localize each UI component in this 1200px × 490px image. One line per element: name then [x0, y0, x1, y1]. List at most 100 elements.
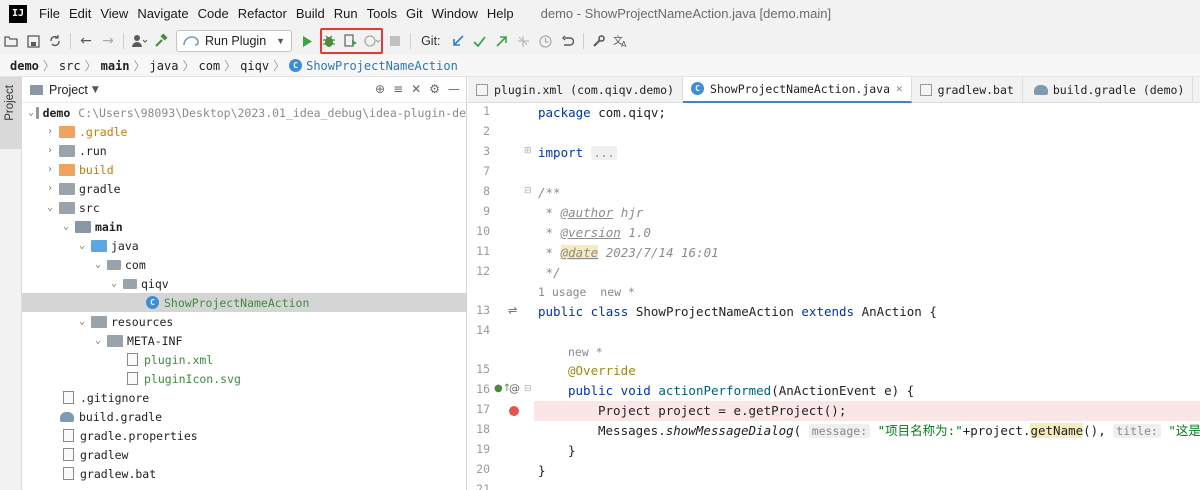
open-folder-icon[interactable] — [0, 30, 22, 52]
code-area[interactable]: package com.qiqv; import ... /** * @auth… — [534, 103, 1200, 490]
translate-icon[interactable]: 文A — [610, 30, 632, 52]
breadcrumb-item[interactable]: src — [59, 59, 81, 73]
breadcrumb-item[interactable]: main — [101, 59, 130, 73]
code-line[interactable]: } — [534, 441, 1200, 461]
code-line[interactable]: public void actionPerformed(AnActionEven… — [534, 381, 1200, 401]
code-line[interactable]: import ... — [534, 143, 1200, 163]
usage-hint[interactable]: new * — [568, 345, 603, 359]
stop-icon[interactable] — [384, 30, 406, 52]
chevron-right-icon[interactable]: › — [43, 126, 57, 137]
collapse-all-icon[interactable]: ≡ — [393, 82, 403, 96]
close-icon[interactable]: ✕ — [411, 82, 421, 96]
code-vision-line[interactable]: 1 usage new * — [534, 282, 1200, 301]
code-line[interactable]: */ — [534, 263, 1200, 283]
tree-item[interactable]: ⌄ resources — [22, 312, 466, 331]
project-tool-tab[interactable]: Project — [0, 77, 22, 149]
app-logo-icon[interactable]: IJ — [9, 4, 27, 23]
git-commit-icon[interactable] — [469, 30, 491, 52]
tree-item[interactable]: pluginIcon.svg — [22, 369, 466, 388]
code-line[interactable]: } — [534, 461, 1200, 481]
editor-tab-active[interactable]: C ShowProjectNameAction.java ✕ — [683, 76, 912, 103]
history-clock-icon[interactable] — [535, 30, 557, 52]
expand-icon[interactable]: ⊕ — [375, 82, 385, 96]
code-line[interactable]: * @author hjr — [534, 203, 1200, 223]
editor-tab[interactable]: gradlew.bat — [912, 76, 1023, 103]
git-branch-icon[interactable] — [513, 30, 535, 52]
menu-code[interactable]: Code — [198, 6, 229, 21]
menu-view[interactable]: View — [100, 6, 128, 21]
chevron-down-icon[interactable]: ⌄ — [75, 316, 89, 327]
menu-run[interactable]: Run — [334, 6, 358, 21]
tree-item[interactable]: ⌄ java — [22, 236, 466, 255]
back-arrow-icon[interactable]: ← — [75, 30, 97, 52]
chevron-down-icon[interactable]: ⌄ — [91, 335, 105, 346]
chevron-down-icon[interactable]: ⌄ — [107, 278, 121, 289]
folded-imports[interactable]: ... — [590, 146, 618, 160]
tree-item[interactable]: › .gradle — [22, 122, 466, 141]
breakpoint-icon[interactable] — [509, 406, 519, 416]
code-vision-line[interactable]: new * — [534, 342, 1200, 362]
menu-file[interactable]: File — [39, 6, 60, 21]
chevron-down-icon[interactable]: ⌄ — [75, 240, 89, 251]
save-icon[interactable] — [22, 30, 44, 52]
tree-item[interactable]: gradlew — [22, 445, 466, 464]
menu-build[interactable]: Build — [296, 6, 325, 21]
sync-icon[interactable] — [44, 30, 66, 52]
gear-icon[interactable]: ⚙ — [429, 82, 440, 96]
breadcrumb-item[interactable]: demo — [10, 59, 39, 73]
tree-item[interactable]: ⌄ demo C:\Users\98093\Desktop\2023.01_id… — [22, 103, 466, 122]
annotation-gutter-icon[interactable]: @ — [509, 382, 520, 395]
tree-item[interactable]: ⌄ src — [22, 198, 466, 217]
rollback-icon[interactable] — [557, 30, 579, 52]
fold-icon[interactable]: ⊟ — [524, 186, 532, 196]
menu-navigate[interactable]: Navigate — [137, 6, 188, 21]
run-gutter-icon[interactable]: ⇌ — [508, 304, 517, 317]
code-line[interactable]: public class ShowProjectNameAction exten… — [534, 302, 1200, 322]
fold-icon[interactable]: ⊟ — [524, 384, 532, 394]
code-line[interactable]: Messages.showMessageDialog( message: "项目… — [534, 421, 1200, 441]
git-update-icon[interactable] — [447, 30, 469, 52]
tree-item[interactable]: ⌄ qiqv — [22, 274, 466, 293]
code-line[interactable]: * @date 2023/7/14 16:01 — [534, 243, 1200, 263]
close-icon[interactable]: ✕ — [896, 82, 903, 95]
chevron-down-icon[interactable]: ⌄ — [59, 221, 73, 232]
tree-item-selected[interactable]: C ShowProjectNameAction — [22, 293, 466, 312]
chevron-right-icon[interactable]: › — [43, 183, 57, 194]
menu-window[interactable]: Window — [432, 6, 478, 21]
breadcrumb-item[interactable]: ShowProjectNameAction — [306, 59, 458, 73]
tree-item[interactable]: › .run — [22, 141, 466, 160]
breadcrumb-item[interactable]: com — [198, 59, 220, 73]
chevron-down-icon[interactable]: ⌄ — [91, 259, 105, 270]
tree-item[interactable]: › build — [22, 160, 466, 179]
usage-hint[interactable]: 1 usage new * — [538, 285, 635, 299]
tree-item[interactable]: ⌄ main — [22, 217, 466, 236]
tree-item[interactable]: .gitignore — [22, 388, 466, 407]
code-line[interactable]: * @version 1.0 — [534, 223, 1200, 243]
tree-item[interactable]: ⌄ META-INF — [22, 331, 466, 350]
tree-item[interactable]: build.gradle — [22, 407, 466, 426]
chevron-right-icon[interactable]: › — [43, 145, 57, 156]
menu-edit[interactable]: Edit — [69, 6, 91, 21]
menu-refactor[interactable]: Refactor — [238, 6, 287, 21]
code-line[interactable]: package com.qiqv; — [534, 103, 1200, 123]
tree-item[interactable]: plugin.xml — [22, 350, 466, 369]
menu-git[interactable]: Git — [406, 6, 423, 21]
chevron-right-icon[interactable]: › — [43, 164, 57, 175]
tree-item[interactable]: gradle.properties — [22, 426, 466, 445]
chevron-down-icon[interactable]: ▼ — [92, 85, 99, 95]
tree-item[interactable]: ⌄ com — [22, 255, 466, 274]
chevron-down-icon[interactable]: ⌄ — [43, 202, 57, 213]
menu-tools[interactable]: Tools — [367, 6, 397, 21]
menu-help[interactable]: Help — [487, 6, 514, 21]
run-icon[interactable] — [296, 30, 318, 52]
breadcrumb-item[interactable]: java — [150, 59, 179, 73]
code-line[interactable]: /** — [534, 183, 1200, 203]
forward-arrow-icon[interactable]: → — [97, 30, 119, 52]
tree-item[interactable]: gradlew.bat — [22, 464, 466, 483]
code-line[interactable]: @Override — [534, 361, 1200, 381]
code-line-breakpoint[interactable]: Project project = e.getProject(); — [534, 401, 1200, 421]
run-configuration-select[interactable]: Run Plugin ▼ — [176, 30, 293, 52]
chevron-down-icon[interactable]: ⌄ — [28, 107, 34, 118]
breadcrumb-item[interactable]: qiqv — [240, 59, 269, 73]
fold-icon[interactable]: ⊞ — [524, 146, 532, 156]
